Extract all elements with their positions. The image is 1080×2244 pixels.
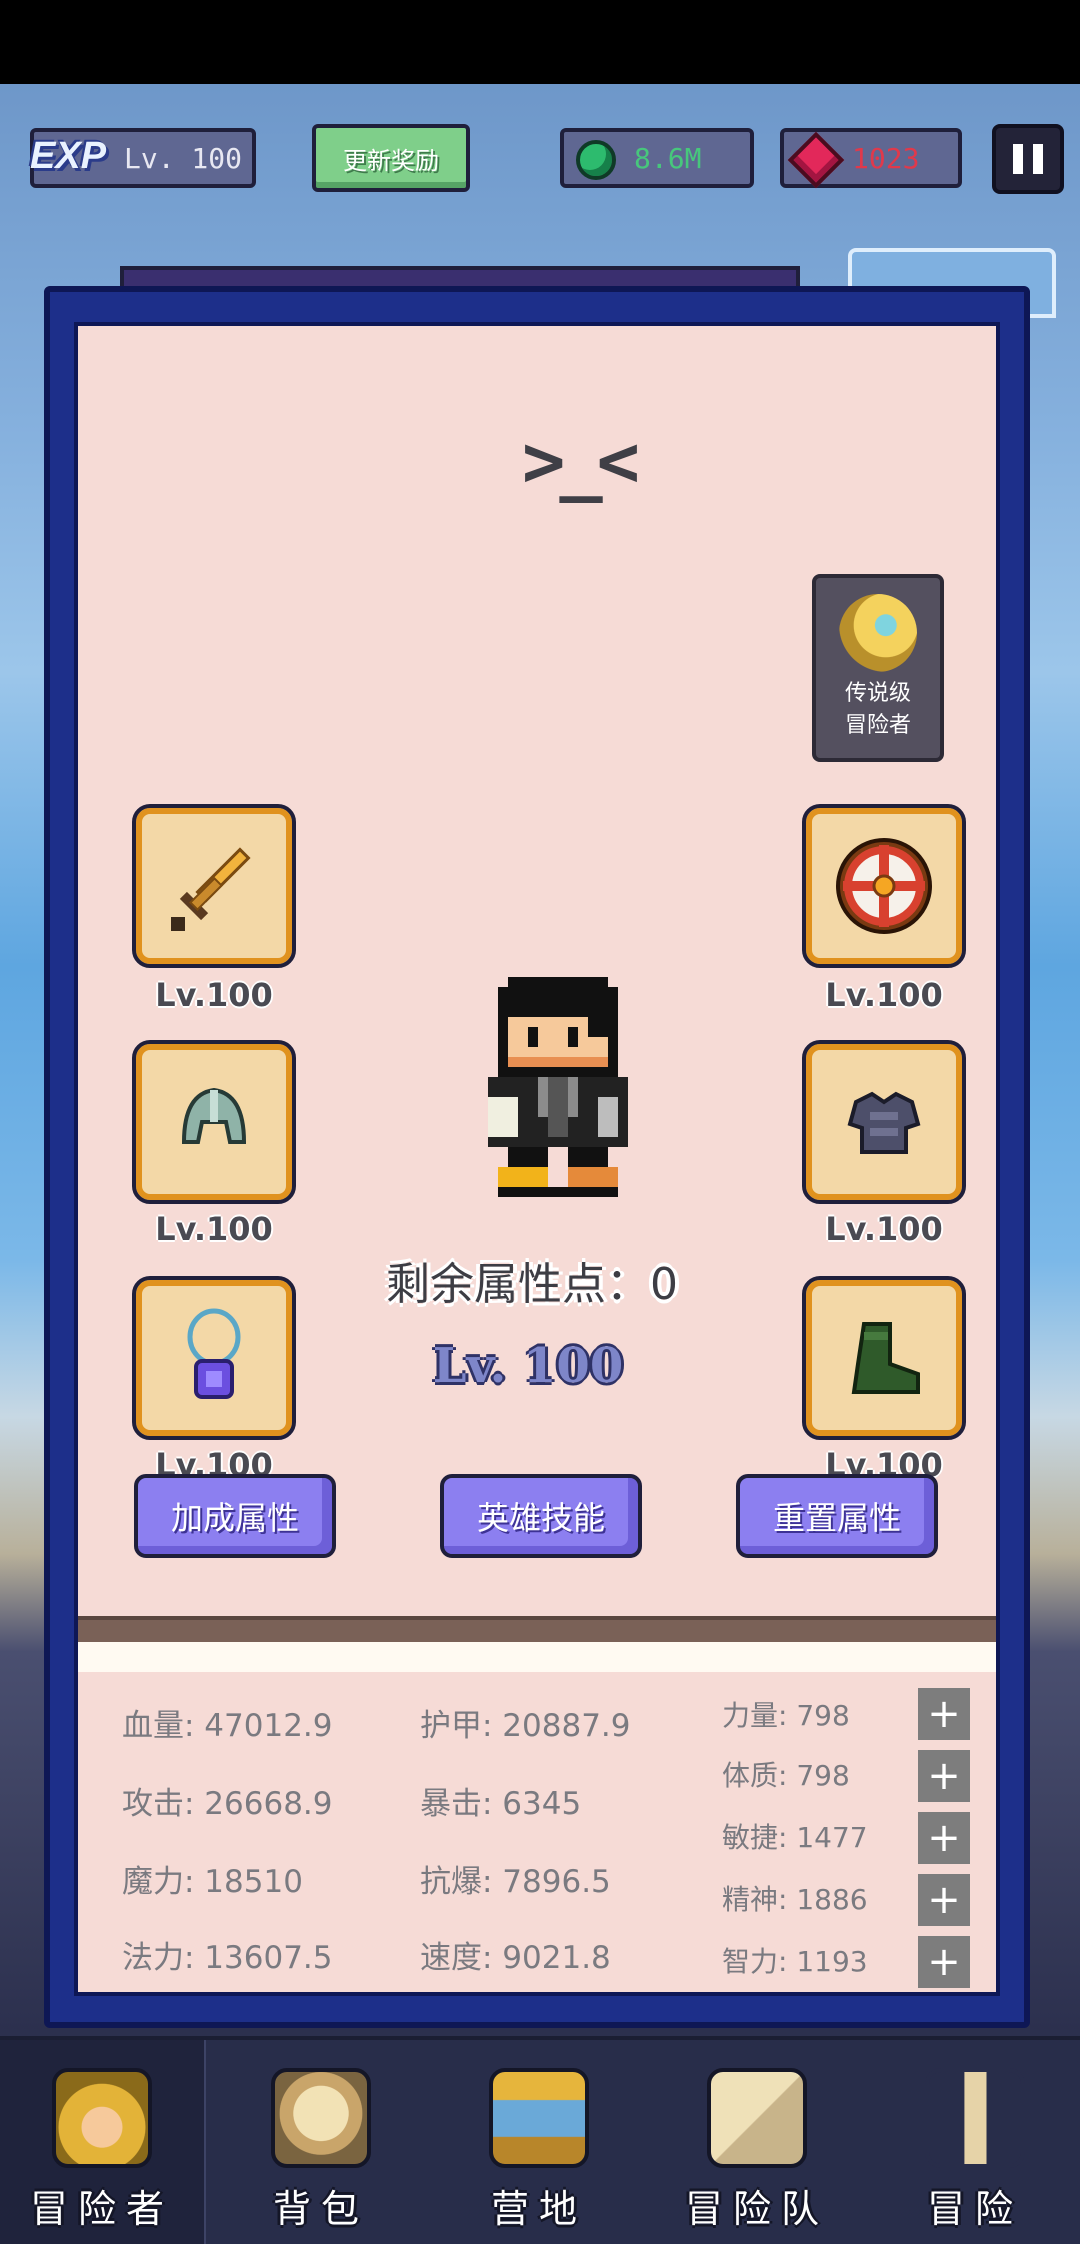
equip-level-armor: Lv.100 <box>825 1210 943 1248</box>
armor-icon <box>847 1091 921 1154</box>
equip-slot-necklace[interactable] <box>132 1276 296 1440</box>
equip-slot-shield[interactable] <box>802 804 966 968</box>
nav-label-camp: 营地 <box>490 2187 587 2231</box>
attr-agility: 敏捷: 1477 <box>722 1821 868 1854</box>
equip-level-helmet: Lv.100 <box>155 1210 273 1248</box>
add-strength-button[interactable]: + <box>918 1688 970 1740</box>
badge-line-2: 冒险者 <box>844 713 911 738</box>
pause-button[interactable] <box>992 124 1064 194</box>
gem-count: 8.6M <box>634 141 702 175</box>
nav-label-team: 冒险队 <box>684 2187 829 2231</box>
sword-icon <box>171 847 251 931</box>
section-divider-light <box>78 1642 996 1672</box>
equip-slot-helmet[interactable] <box>132 1040 296 1204</box>
hero-skills-button[interactable]: 英雄技能 <box>440 1474 642 1558</box>
camp-banner-icon <box>489 2068 589 2168</box>
nav-camp[interactable]: 营地 <box>436 2040 642 2244</box>
add-agility-button[interactable]: + <box>918 1812 970 1864</box>
hero-panel-content: >_< 传说级 冒险者 Lv.100 Lv.100 Lv.100 Lv.100 … <box>74 322 1000 1996</box>
nav-team[interactable]: 冒险队 <box>654 2040 860 2244</box>
exp-level-text: Lv. 100 <box>124 141 243 175</box>
crown-helmet-icon <box>52 2068 152 2168</box>
nav-backpack[interactable]: 背包 <box>218 2040 424 2244</box>
pause-icon <box>1013 144 1023 174</box>
gem-currency: 8.6M <box>560 128 754 188</box>
helmet-icon <box>181 1087 247 1144</box>
stat-crit: 暴击: 6345 <box>420 1786 582 1822</box>
stat-hp: 血量: 47012.9 <box>122 1708 333 1744</box>
equip-slot-boots[interactable] <box>802 1276 966 1440</box>
exp-badge: EXP <box>30 134 107 177</box>
add-constitution-button[interactable]: + <box>918 1750 970 1802</box>
equip-level-shield: Lv.100 <box>825 976 943 1014</box>
book-icon <box>707 2068 807 2168</box>
ruby-count: 1023 <box>852 141 920 175</box>
backpack-icon <box>271 2068 371 2168</box>
emerald-gem-icon <box>576 140 616 180</box>
nav-label-backpack: 背包 <box>272 2187 369 2231</box>
nav-label-adventure: 冒险 <box>926 2187 1023 2231</box>
legendary-adventurer-badge[interactable]: 传说级 冒险者 <box>812 574 944 762</box>
remaining-attribute-points: 剩余属性点：0 <box>386 1259 678 1310</box>
hero-face-emote: >_< <box>521 419 640 503</box>
attr-spirit: 精神: 1886 <box>722 1883 868 1916</box>
stat-mana: 法力: 13607.5 <box>122 1940 333 1976</box>
stat-speed: 速度: 9021.8 <box>420 1940 611 1976</box>
legendary-emblem-icon <box>839 594 917 672</box>
necklace-icon <box>187 1308 241 1399</box>
attr-constitution: 体质: 798 <box>722 1759 850 1792</box>
boots-icon <box>851 1322 920 1394</box>
hero-level: Lv. 100 <box>432 1338 624 1394</box>
hero-character-sprite <box>488 977 628 1197</box>
reset-attributes-button[interactable]: 重置属性 <box>736 1474 938 1558</box>
stat-magic: 魔力: 18510 <box>122 1864 303 1900</box>
equip-slot-armor[interactable] <box>802 1040 966 1204</box>
ruby-currency: 1023 <box>780 128 962 189</box>
equip-level-weapon: Lv.100 <box>155 976 273 1014</box>
bottom-navigation: 冒险者 背包 营地 冒险队 冒险 <box>0 2036 1080 2244</box>
nav-label-adventurer: 冒险者 <box>29 2187 174 2231</box>
attr-strength: 力量: 798 <box>722 1699 850 1732</box>
top-bar: Lv. 100 EXP 更新奖励 8.6M 1023 <box>0 124 1080 194</box>
bonus-attributes-button[interactable]: 加成属性 <box>134 1474 336 1558</box>
add-spirit-button[interactable]: + <box>918 1874 970 1926</box>
attr-intelligence: 智力: 1193 <box>722 1945 868 1978</box>
stat-attack: 攻击: 26668.9 <box>122 1786 333 1822</box>
ruby-gem-icon <box>787 131 845 189</box>
badge-line-1: 传说级 <box>844 681 911 706</box>
status-bar <box>0 0 1080 84</box>
update-reward-button[interactable]: 更新奖励 <box>312 124 470 192</box>
section-divider <box>78 1616 996 1642</box>
add-intelligence-button[interactable]: + <box>918 1936 970 1988</box>
nav-adventurer[interactable]: 冒险者 <box>0 2040 206 2244</box>
hero-panel: >_< 传说级 冒险者 Lv.100 Lv.100 Lv.100 Lv.100 … <box>44 286 1030 2028</box>
stat-anti-crit: 抗爆: 7896.5 <box>420 1864 611 1900</box>
sword-nav-icon <box>925 2068 1025 2168</box>
nav-adventure[interactable]: 冒险 <box>872 2040 1078 2244</box>
equip-slot-weapon[interactable] <box>132 804 296 968</box>
stat-armor: 护甲: 20887.9 <box>420 1708 631 1744</box>
shield-icon <box>836 838 932 934</box>
